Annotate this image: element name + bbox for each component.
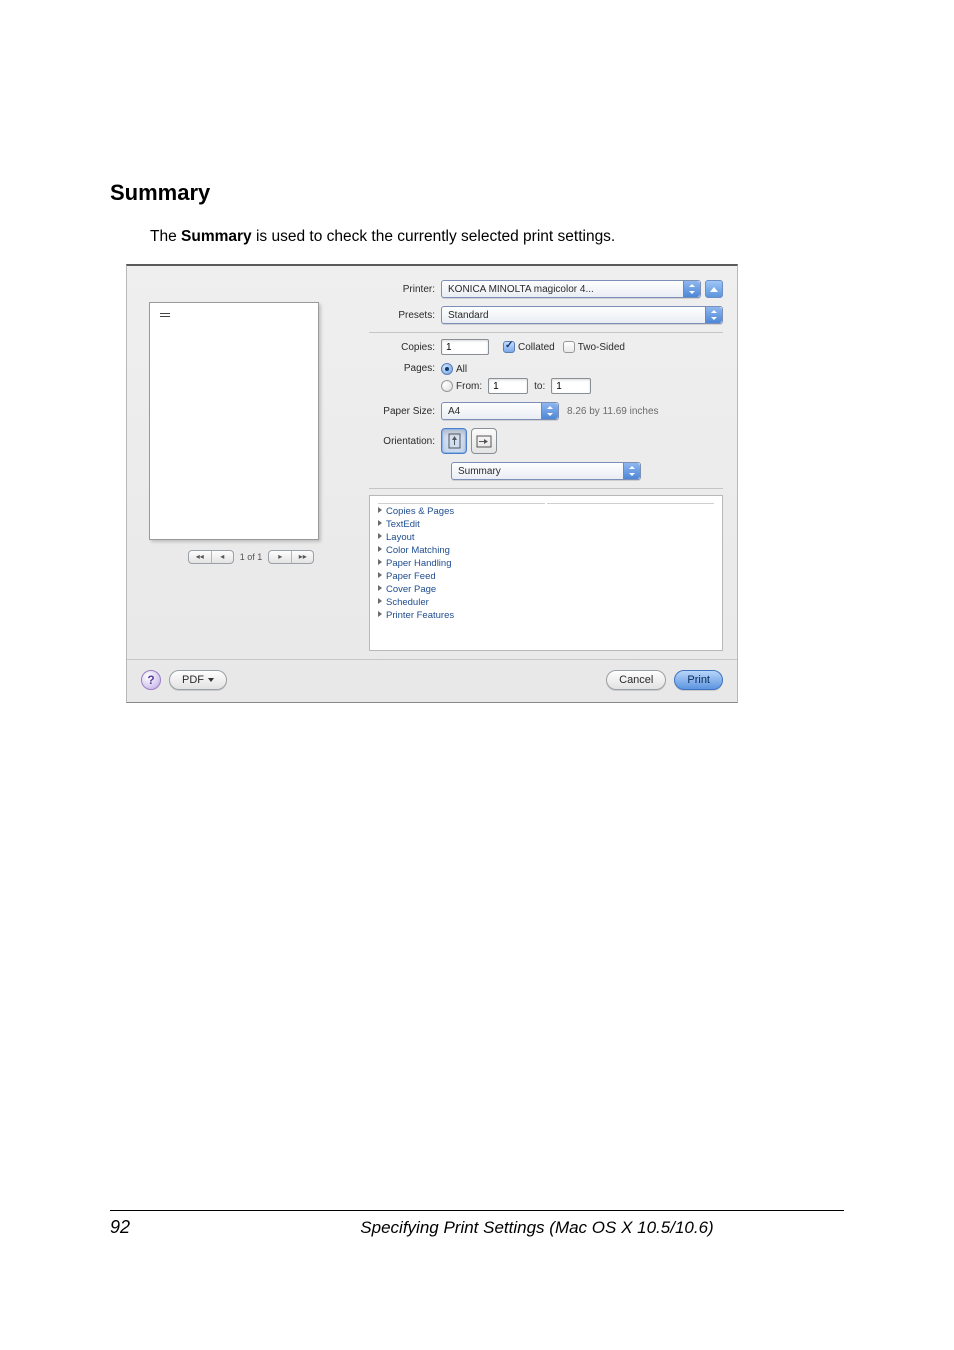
divider [369,332,723,333]
page-number: 92 [110,1217,230,1238]
divider [369,488,723,489]
pager-prev-icon[interactable]: ◂ [211,551,233,563]
stepper-icon [623,463,640,479]
disclosure-triangle-icon [378,585,382,591]
disclosure-triangle-icon [378,611,382,617]
paper-size-dims: 8.26 by 11.69 inches [567,406,659,417]
two-sided-checkbox[interactable] [563,341,575,353]
summary-item[interactable]: Scheduler [378,597,714,608]
section-value: Summary [458,466,501,477]
summary-item[interactable]: Cover Page [378,584,714,595]
summary-item-label: Printer Features [386,610,454,621]
intro-post: is used to check the currently selected … [252,228,616,245]
footer-title: Specifying Print Settings (Mac OS X 10.5… [230,1218,844,1238]
stepper-icon [683,281,700,297]
summary-item[interactable]: Paper Feed [378,571,714,582]
summary-item[interactable]: Color Matching [378,545,714,556]
summary-item[interactable]: Layout [378,532,714,543]
summary-item-label: Paper Feed [386,571,436,582]
paper-size-select[interactable]: A4 [441,402,559,420]
copies-label: Copies: [369,342,441,353]
print-button[interactable]: Print [674,670,723,690]
summary-item-label: Copies & Pages [386,506,454,517]
pdf-menu-button[interactable]: PDF [169,670,227,690]
intro-paragraph: The Summary is used to check the current… [150,228,844,246]
disclosure-triangle-icon [378,546,382,552]
summary-item[interactable]: Paper Handling [378,558,714,569]
section-heading: Summary [110,180,844,206]
summary-item[interactable]: TextEdit [378,519,714,530]
orientation-label: Orientation: [369,436,441,447]
summary-item-label: Color Matching [386,545,450,556]
collated-label: Collated [518,342,555,353]
paper-size-label: Paper Size: [369,406,441,417]
intro-bold: Summary [181,228,252,245]
disclosure-triangle-icon [378,507,382,513]
paper-size-value: A4 [448,406,460,417]
collated-checkbox[interactable] [503,341,515,353]
pages-range-radio[interactable] [441,380,453,392]
summary-item[interactable]: Printer Features [378,610,714,621]
orientation-landscape-button[interactable] [471,428,497,454]
section-select[interactable]: Summary [451,462,641,480]
pages-label: Pages: [369,363,441,374]
chevron-down-icon [208,678,214,682]
pdf-label: PDF [182,674,204,686]
print-dialog: ◂◂ ◂ 1 of 1 ▸ ▸▸ Printer: [126,264,738,703]
presets-value: Standard [448,310,489,321]
help-button[interactable]: ? [141,670,161,690]
summary-item-label: TextEdit [386,519,420,530]
summary-item-label: Cover Page [386,584,436,595]
orientation-portrait-button[interactable] [441,428,467,454]
presets-label: Presets: [369,310,441,321]
page-footer: 92 Specifying Print Settings (Mac OS X 1… [110,1210,844,1238]
landscape-icon [476,435,492,448]
printer-label: Printer: [369,284,441,295]
two-sided-label: Two-Sided [578,342,625,353]
disclosure-triangle-icon [378,559,382,565]
disclosure-triangle-icon [378,533,382,539]
pager-fwd-segment[interactable]: ▸ ▸▸ [268,550,314,564]
intro-pre: The [150,228,181,245]
printer-value: KONICA MINOLTA magicolor 4... [448,284,594,295]
presets-select[interactable]: Standard [441,306,723,324]
portrait-icon [448,433,461,449]
pager-last-icon[interactable]: ▸▸ [291,551,313,563]
pages-to-label: to: [534,381,545,392]
summary-item-label: Paper Handling [386,558,452,569]
pages-all-radio[interactable] [441,363,453,375]
copies-input[interactable] [441,339,489,355]
print-preview-page [149,302,319,540]
pages-from-label: From: [456,381,482,392]
pages-from-input[interactable] [488,378,528,394]
pager-back-segment[interactable]: ◂◂ ◂ [188,550,234,564]
disclosure-triangle-icon [378,598,382,604]
summary-item[interactable]: Copies & Pages [378,506,714,517]
pager-first-icon[interactable]: ◂◂ [189,551,211,563]
pager-position: 1 of 1 [240,552,263,562]
stepper-icon [541,403,558,419]
disclosure-triangle-icon [378,572,382,578]
summary-item-label: Layout [386,532,415,543]
disclosure-triangle-icon [378,520,382,526]
printer-select[interactable]: KONICA MINOLTA magicolor 4... [441,280,701,298]
pages-to-input[interactable] [551,378,591,394]
cancel-button[interactable]: Cancel [606,670,666,690]
summary-list[interactable]: Copies & Pages TextEdit Layout Color Matchi… [369,495,723,651]
stepper-icon [705,307,722,323]
printer-status-button[interactable] [705,280,723,298]
pages-all-label: All [456,364,467,375]
summary-item-label: Scheduler [386,597,429,608]
pager-next-icon[interactable]: ▸ [269,551,291,563]
